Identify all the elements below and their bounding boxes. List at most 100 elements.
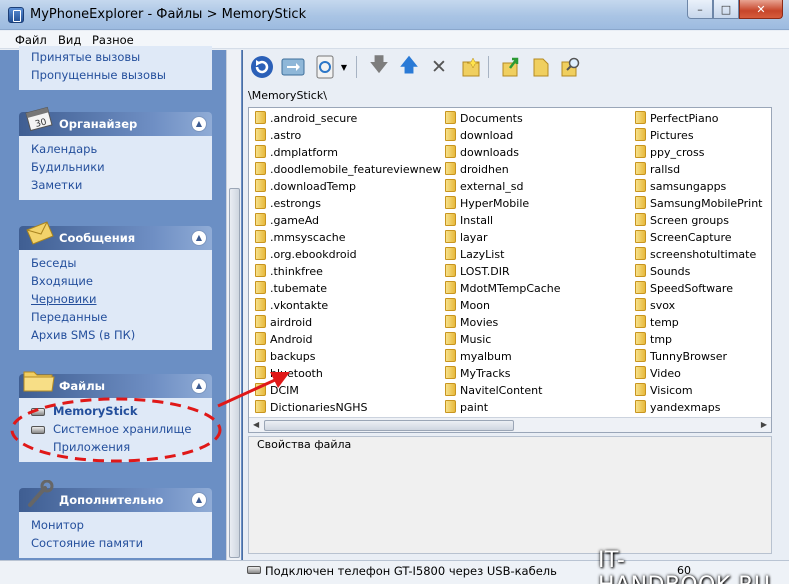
file-row[interactable]: LazyList <box>441 246 561 263</box>
maximize-button[interactable]: □ <box>713 0 739 19</box>
file-row[interactable]: SamsungMobilePrint <box>631 195 762 212</box>
file-row[interactable]: MyTracks <box>441 365 561 382</box>
file-row[interactable]: droidhen <box>441 161 561 178</box>
scrollbar-thumb[interactable] <box>264 420 514 431</box>
file-row[interactable]: .tubemate <box>251 280 441 297</box>
upload-icon[interactable]: 🡅 <box>396 54 422 80</box>
file-row[interactable]: Sounds <box>631 263 762 280</box>
file-row[interactable]: temp <box>631 314 762 331</box>
file-row[interactable]: LOST.DIR <box>441 263 561 280</box>
file-row[interactable]: TunnyBrowser <box>631 348 762 365</box>
nav-memory-status[interactable]: Состояние памяти <box>31 534 212 552</box>
scroll-right-icon[interactable]: ▶ <box>761 420 767 429</box>
menu-view[interactable]: Вид <box>58 33 81 47</box>
file-row[interactable]: .android_secure <box>251 110 441 127</box>
file-row[interactable]: ScreenCapture <box>631 229 762 246</box>
minimize-button[interactable]: – <box>687 0 713 19</box>
file-row[interactable]: Pictures <box>631 127 762 144</box>
scrollbar-thumb[interactable] <box>229 188 240 558</box>
nav-system-storage[interactable]: Системное хранилище <box>31 420 212 438</box>
file-row[interactable]: .dmplatform <box>251 144 441 161</box>
open-icon[interactable] <box>498 54 524 80</box>
collapse-icon[interactable]: ▲ <box>191 116 207 132</box>
files-header[interactable]: Файлы ▲ <box>19 371 212 398</box>
nav-monitor[interactable]: Монитор <box>31 516 212 534</box>
collapse-icon[interactable]: ▲ <box>191 378 207 394</box>
file-row[interactable]: Music <box>441 331 561 348</box>
phone-sync-icon[interactable] <box>312 54 338 80</box>
file-row[interactable]: NavitelContent <box>441 382 561 399</box>
nav-calendar[interactable]: Календарь <box>31 140 212 158</box>
download-icon[interactable]: 🡇 <box>366 54 392 80</box>
nav-notes[interactable]: Заметки <box>31 176 212 194</box>
file-row[interactable]: downloads <box>441 144 561 161</box>
navigation-scrollbar[interactable] <box>226 50 241 560</box>
file-row[interactable]: .vkontakte <box>251 297 441 314</box>
file-row[interactable]: Screen groups <box>631 212 762 229</box>
scroll-left-icon[interactable]: ◀ <box>253 420 259 429</box>
file-row[interactable]: .astro <box>251 127 441 144</box>
file-row[interactable]: .doodlemobile_featureviewnew <box>251 161 441 178</box>
close-button[interactable]: ✕ <box>739 0 783 19</box>
nav-applications[interactable]: Приложения <box>31 438 212 456</box>
horizontal-scrollbar[interactable]: ◀ ▶ <box>249 417 771 432</box>
folder-icon[interactable] <box>528 54 554 80</box>
nav-sms-archive[interactable]: Архив SMS (в ПК) <box>31 326 212 344</box>
file-row[interactable]: HyperMobile <box>441 195 561 212</box>
nav-memorystick[interactable]: MemoryStick <box>31 402 212 420</box>
file-row[interactable]: PerfectPiano <box>631 110 762 127</box>
file-row[interactable]: Install <box>441 212 561 229</box>
file-row[interactable]: bluetooth <box>251 365 441 382</box>
new-folder-icon[interactable] <box>458 54 484 80</box>
nav-conversations[interactable]: Беседы <box>31 254 212 272</box>
file-row[interactable]: backups <box>251 348 441 365</box>
menu-misc[interactable]: Разное <box>92 33 134 47</box>
organizer-header[interactable]: 30 Органайзер ▲ <box>19 106 212 136</box>
collapse-icon[interactable]: ▲ <box>191 230 207 246</box>
search-icon[interactable] <box>558 54 584 80</box>
nav-alarms[interactable]: Будильники <box>31 158 212 176</box>
file-row[interactable]: SpeedSoftware <box>631 280 762 297</box>
file-row[interactable]: layar <box>441 229 561 246</box>
file-row[interactable]: myalbum <box>441 348 561 365</box>
file-row[interactable]: Movies <box>441 314 561 331</box>
file-row[interactable]: paint <box>441 399 561 416</box>
file-row[interactable]: .thinkfree <box>251 263 441 280</box>
file-row[interactable]: tmp <box>631 331 762 348</box>
file-row[interactable]: external_sd <box>441 178 561 195</box>
delete-icon[interactable]: ✕ <box>426 54 452 80</box>
file-row[interactable]: screenshotultimate <box>631 246 762 263</box>
file-row[interactable]: .gameAd <box>251 212 441 229</box>
file-row[interactable]: .estrongs <box>251 195 441 212</box>
dropdown-arrow-icon[interactable]: ▼ <box>338 54 350 80</box>
file-row[interactable]: download <box>441 127 561 144</box>
file-list[interactable]: .android_secure .astro .dmplatform .doodlem… <box>248 107 772 433</box>
nav-missed-calls[interactable]: Пропущенные вызовы <box>31 66 212 84</box>
file-row[interactable]: Documents <box>441 110 561 127</box>
menu-file[interactable]: Файл <box>15 33 47 47</box>
file-row[interactable]: samsungapps <box>631 178 762 195</box>
file-row[interactable]: Moon <box>441 297 561 314</box>
file-row[interactable]: ppy_cross <box>631 144 762 161</box>
collapse-icon[interactable]: ▲ <box>191 492 207 508</box>
messages-header[interactable]: Сообщения ▲ <box>19 221 212 250</box>
nav-received-calls[interactable]: Принятые вызовы <box>31 48 212 66</box>
file-row[interactable]: DCIM <box>251 382 441 399</box>
file-row[interactable]: Video <box>631 365 762 382</box>
sync-icon[interactable] <box>280 54 306 80</box>
file-row[interactable]: Visicom <box>631 382 762 399</box>
nav-sent[interactable]: Переданные <box>31 308 212 326</box>
title-bar[interactable]: MyPhoneExplorer - Файлы > MemoryStick – … <box>0 0 789 30</box>
file-row[interactable]: .mmsyscache <box>251 229 441 246</box>
file-row[interactable]: airdroid <box>251 314 441 331</box>
file-row[interactable]: rallsd <box>631 161 762 178</box>
file-row[interactable]: svox <box>631 297 762 314</box>
nav-drafts[interactable]: Черновики <box>31 290 212 308</box>
file-row[interactable]: .downloadTemp <box>251 178 441 195</box>
file-row[interactable]: DictionariesNGHS <box>251 399 441 416</box>
file-row[interactable]: yandexmaps <box>631 399 762 416</box>
file-row[interactable]: Android <box>251 331 441 348</box>
file-row[interactable]: .org.ebookdroid <box>251 246 441 263</box>
refresh-icon[interactable] <box>249 54 275 80</box>
nav-inbox[interactable]: Входящие <box>31 272 212 290</box>
